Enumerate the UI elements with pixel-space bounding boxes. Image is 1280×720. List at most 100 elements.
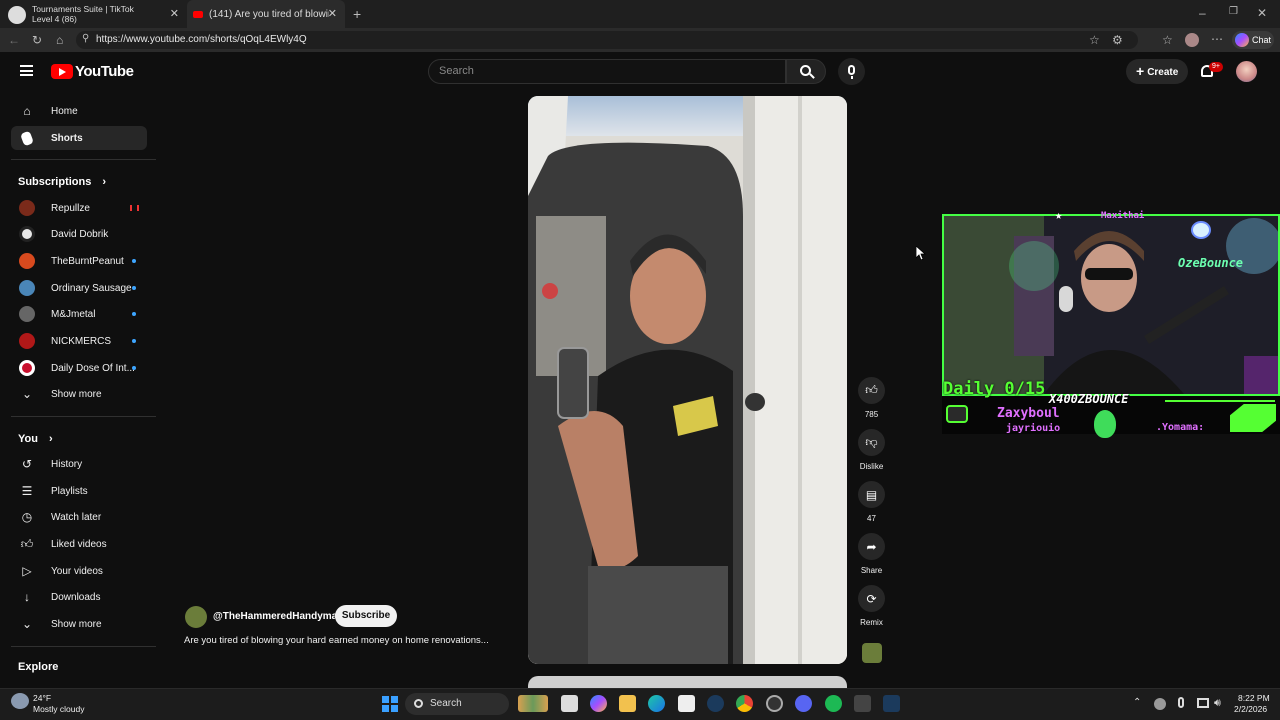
restore-icon[interactable]: ❐	[1229, 6, 1238, 17]
share-button[interactable]: ➦	[858, 533, 885, 560]
copilot-app-icon[interactable]	[590, 695, 607, 712]
app-icon[interactable]	[854, 695, 871, 712]
extensions-icon[interactable]: ⚙	[1112, 33, 1123, 47]
sidebar-item-subscription[interactable]: TheBurntPeanut	[11, 249, 147, 273]
display-tray-icon[interactable]	[1197, 698, 1209, 708]
browser-profile-icon[interactable]	[8, 6, 26, 24]
home-browser-icon[interactable]: ⌂	[56, 33, 63, 47]
weather-icon[interactable]	[11, 693, 29, 709]
youtube-logo-icon[interactable]	[51, 64, 73, 79]
sidebar-divider	[11, 646, 156, 647]
overlay-skull-icon	[946, 405, 968, 423]
sidebar-item-subscription[interactable]: Daily Dose Of Int...	[11, 356, 147, 380]
your-videos-icon: ▷	[22, 564, 32, 578]
sidebar-show-more[interactable]: ⌄ Show more	[11, 382, 147, 406]
create-button[interactable]: + Create	[1126, 59, 1188, 84]
create-label: Create	[1147, 67, 1179, 78]
new-tab-icon[interactable]: +	[353, 6, 361, 22]
steam-icon[interactable]	[707, 695, 724, 712]
more-menu-icon[interactable]: ⋯	[1211, 32, 1223, 46]
close-tab-icon[interactable]: ✕	[170, 7, 179, 20]
search-highlight-icon[interactable]	[518, 695, 548, 712]
account-avatar[interactable]	[1236, 61, 1257, 82]
sidebar-item-subscription[interactable]: Repullze	[11, 196, 147, 220]
weather-description[interactable]: Mostly cloudy	[33, 704, 85, 714]
clock-time[interactable]: 8:22 PM	[1238, 693, 1270, 703]
remix-label: Remix	[860, 618, 883, 627]
steam-app-icon[interactable]	[883, 695, 900, 712]
file-explorer-icon[interactable]	[619, 695, 636, 712]
weather-temperature[interactable]: 24°F	[33, 693, 51, 703]
new-content-dot	[132, 286, 136, 290]
new-content-dot	[132, 259, 136, 263]
collections-icon[interactable]: ☆	[1162, 33, 1173, 47]
spotify-icon[interactable]	[825, 695, 842, 712]
taskbar-search[interactable]: Search	[405, 693, 509, 715]
sidebar-item-home[interactable]: ⌂ Home	[11, 99, 147, 123]
refresh-icon[interactable]: ↻	[32, 33, 42, 47]
short-video-player[interactable]	[528, 96, 847, 664]
tray-chevron-up-icon[interactable]: ⌃	[1133, 697, 1141, 708]
channel-name[interactable]: @TheHammeredHandyman	[213, 611, 343, 622]
search-button[interactable]	[786, 59, 826, 84]
store-icon[interactable]	[678, 695, 695, 712]
url-input[interactable]: https://www.youtube.com/shorts/qOqL4EWly…	[76, 31, 1138, 49]
sidebar-item-label: TheBurntPeanut	[51, 255, 124, 267]
channel-avatar[interactable]	[185, 606, 207, 628]
clock-date[interactable]: 2/2/2026	[1234, 704, 1267, 714]
discord-icon[interactable]	[795, 695, 812, 712]
minimize-icon[interactable]: –	[1199, 6, 1206, 20]
dislike-button[interactable]: 👎︎	[858, 429, 885, 456]
sound-thumbnail[interactable]	[862, 643, 882, 663]
menu-icon[interactable]	[20, 65, 33, 76]
sidebar-item-liked-videos[interactable]: 👍︎ Liked videos	[11, 532, 147, 556]
sidebar-show-more[interactable]: ⌄ Show more	[11, 612, 147, 636]
task-view-icon[interactable]	[561, 695, 578, 712]
home-icon: ⌂	[23, 104, 31, 118]
sidebar-item-subscription[interactable]: M&Jmetal	[11, 302, 147, 326]
close-window-icon[interactable]: ✕	[1257, 6, 1267, 20]
tab-tiktok[interactable]: Tournaments Suite | TikTok Level 4 (86) …	[32, 0, 187, 28]
subscriptions-heading[interactable]: Subscriptions ›	[18, 176, 106, 188]
copilot-chat-button[interactable]: Chat	[1232, 31, 1274, 49]
sidebar-item-playlists[interactable]: ☰ Playlists	[11, 479, 147, 503]
youtube-logo-text[interactable]: YouTube	[75, 63, 134, 80]
volume-tray-icon[interactable]: 🔊︎	[1214, 697, 1221, 710]
overlay-alien-head-icon	[1094, 410, 1116, 438]
sidebar-item-downloads[interactable]: ↓ Downloads	[11, 585, 147, 609]
chrome-icon[interactable]	[736, 695, 753, 712]
chevron-right-icon: ›	[49, 433, 53, 445]
site-info-icon[interactable]: ⚲	[82, 33, 89, 44]
back-icon[interactable]: ←	[8, 33, 20, 47]
remix-button[interactable]: ⟳	[858, 585, 885, 612]
sidebar-item-subscription[interactable]: Ordinary Sausage	[11, 276, 147, 300]
browser-avatar[interactable]	[1185, 33, 1199, 47]
like-button[interactable]: 👍︎	[858, 377, 885, 404]
voice-search-button[interactable]	[838, 58, 865, 85]
microphone-tray-icon[interactable]	[1178, 697, 1184, 708]
new-content-dot	[132, 339, 136, 343]
search-input[interactable]: Search	[428, 59, 786, 84]
overlay-daily-goal: Daily 0/15	[943, 379, 1046, 399]
sidebar-item-shorts[interactable]: Shorts	[11, 126, 147, 150]
tab-youtube[interactable]: (141) Are you tired of blowing yo ✕	[187, 0, 345, 28]
sidebar-item-your-videos[interactable]: ▷ Your videos	[11, 559, 147, 583]
favorite-star-icon[interactable]: ☆	[1089, 33, 1100, 47]
short-description[interactable]: Are you tired of blowing your hard earne…	[184, 635, 489, 646]
edge-browser-icon[interactable]	[648, 695, 665, 712]
overlay-alien-icon	[1191, 221, 1211, 239]
sidebar-item-watch-later[interactable]: ◷ Watch later	[11, 505, 147, 529]
you-heading[interactable]: You ›	[18, 433, 53, 445]
tray-app-icon[interactable]	[1154, 698, 1166, 710]
sidebar-item-label: Watch later	[51, 511, 102, 523]
next-short-preview[interactable]	[528, 676, 847, 688]
sidebar-item-subscription[interactable]: David Dobrik	[11, 222, 147, 246]
windows-start-icon[interactable]	[382, 696, 398, 712]
subscribe-button[interactable]: Subscribe	[335, 605, 397, 627]
close-tab-icon[interactable]: ✕	[328, 7, 337, 20]
sidebar-item-history[interactable]: ↺ History	[11, 452, 147, 476]
sidebar-item-subscription[interactable]: NICKMERCS	[11, 329, 147, 353]
comments-button[interactable]: ▤	[858, 481, 885, 508]
playlists-icon: ☰	[21, 484, 33, 498]
github-desktop-icon[interactable]	[766, 695, 783, 712]
